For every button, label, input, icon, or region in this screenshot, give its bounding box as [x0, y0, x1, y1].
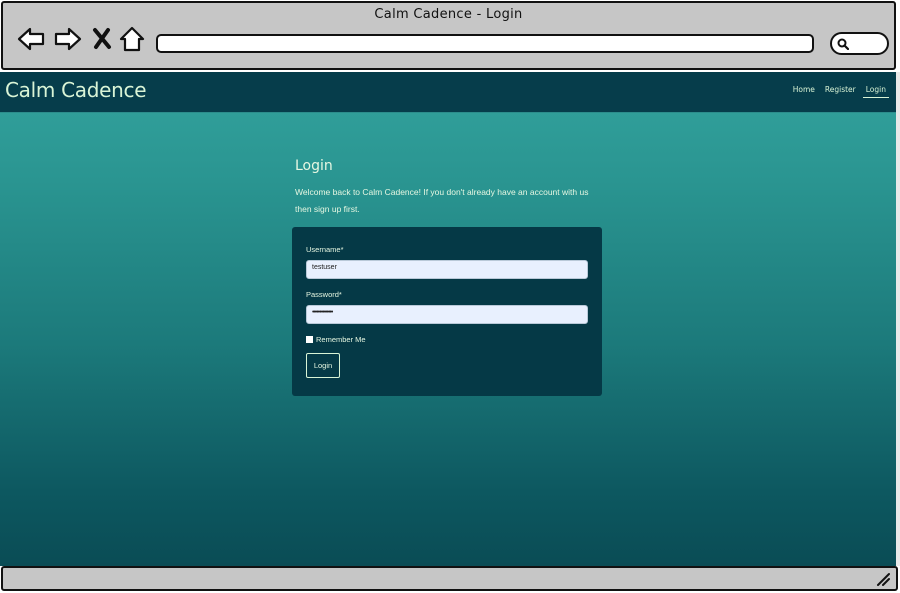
- login-submit-button[interactable]: Login: [306, 353, 340, 378]
- login-intro: Login Welcome back to Calm Cadence! If y…: [295, 158, 605, 218]
- username-input[interactable]: testuser: [306, 260, 588, 279]
- page-title: Login: [295, 158, 333, 174]
- remember-me-row[interactable]: Remember Me: [306, 335, 366, 344]
- address-bar[interactable]: [156, 34, 814, 53]
- home-icon[interactable]: [119, 25, 145, 53]
- password-label: Password*: [306, 290, 342, 299]
- remember-me-label: Remember Me: [316, 335, 366, 344]
- scrollbar[interactable]: [896, 72, 900, 566]
- nav-home-link[interactable]: Home: [790, 85, 818, 98]
- intro-text: Welcome back to Calm Cadence! If you don…: [295, 187, 589, 214]
- password-input[interactable]: ••••••••••••••: [306, 305, 588, 324]
- back-arrow-icon[interactable]: [16, 25, 46, 53]
- login-form-card: Username* testuser Password* •••••••••••…: [292, 227, 602, 396]
- remember-me-checkbox[interactable]: [306, 336, 313, 343]
- browser-status-bar: [1, 566, 898, 591]
- search-icon: [837, 38, 849, 50]
- username-label: Username*: [306, 245, 344, 254]
- nav-login-link[interactable]: Login: [862, 85, 889, 98]
- site-brand[interactable]: Calm Cadence: [5, 78, 147, 102]
- close-x-icon[interactable]: [91, 25, 113, 53]
- page-viewport: Calm Cadence Home Register Login Login W…: [0, 72, 896, 566]
- browser-search-box[interactable]: [830, 32, 889, 55]
- site-nav: Home Register Login: [786, 85, 889, 98]
- forward-arrow-icon[interactable]: [53, 25, 83, 53]
- site-header: Calm Cadence Home Register Login: [0, 72, 896, 113]
- resize-grip-icon[interactable]: [876, 572, 890, 586]
- nav-register-link[interactable]: Register: [822, 85, 859, 98]
- window-title: Calm Cadence - Login: [374, 7, 523, 22]
- browser-toolbar: Calm Cadence - Login: [1, 1, 896, 70]
